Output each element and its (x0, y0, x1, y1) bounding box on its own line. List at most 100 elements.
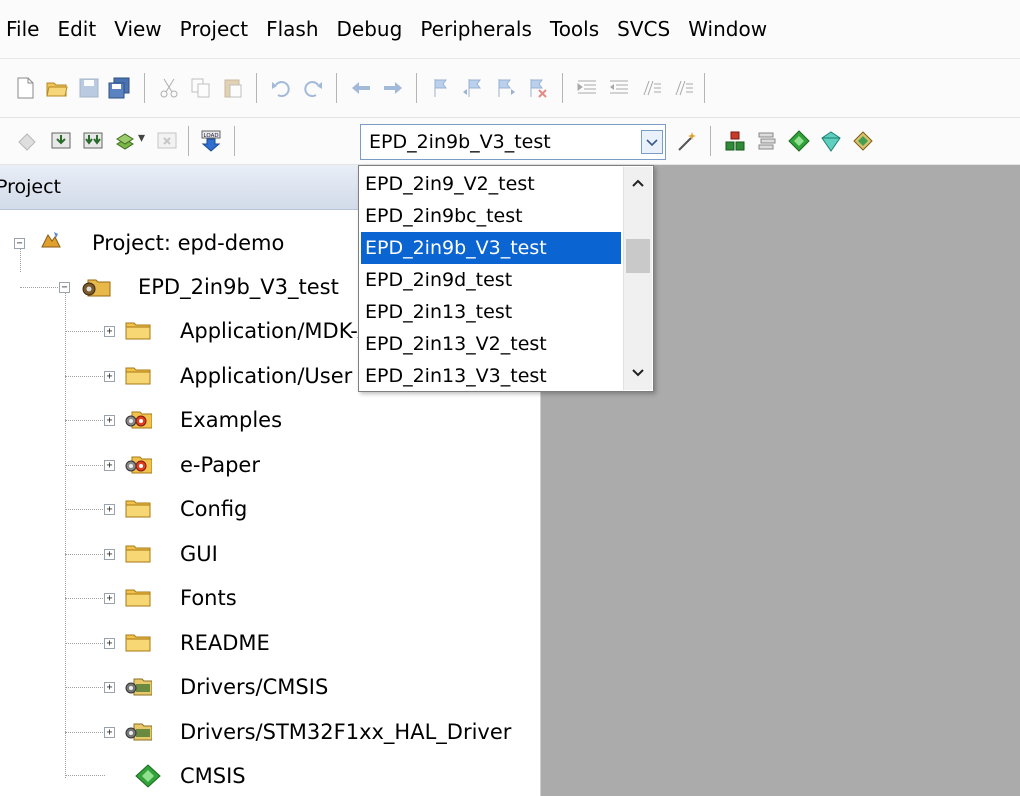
translate-icon[interactable] (16, 130, 38, 152)
folder-icon (125, 367, 151, 384)
new-file-icon[interactable] (14, 77, 36, 99)
expand-toggle[interactable]: + (104, 682, 115, 693)
menu-bar: File Edit View Project Flash Debug Perip… (0, 0, 1020, 59)
file-toolbar (0, 59, 1020, 118)
clear-bookmarks-icon[interactable] (526, 77, 548, 99)
copy-icon[interactable] (190, 77, 212, 99)
tree-group-node[interactable]: + Examples (0, 400, 540, 440)
target-dropdown-list: EPD_2in9_V2_test EPD_2in9bc_test EPD_2in… (358, 165, 654, 392)
target-dropdown-button[interactable] (641, 130, 663, 154)
build-icon[interactable] (50, 130, 72, 152)
tree-group-node[interactable]: + Fonts (0, 578, 540, 618)
menu-flash[interactable]: Flash (257, 0, 327, 58)
project-panel-title: Project (0, 176, 62, 198)
tree-group-node[interactable]: + Drivers/STM32F1xx_HAL_Driver (0, 712, 540, 752)
open-folder-icon[interactable] (46, 77, 68, 99)
bookmark-icon[interactable] (430, 77, 452, 99)
menu-view[interactable]: View (105, 0, 170, 58)
expand-toggle[interactable]: + (104, 326, 115, 337)
navigate-forward-icon[interactable] (382, 77, 404, 99)
folder-settings-icon (125, 411, 152, 429)
menu-debug[interactable]: Debug (328, 0, 412, 58)
tree-group-node[interactable]: + GUI (0, 534, 540, 574)
target-option[interactable]: EPD_2in9bc_test (361, 200, 621, 232)
folder-gear-icon (125, 678, 152, 696)
options-wand-icon[interactable] (676, 130, 698, 152)
redo-icon[interactable] (302, 77, 324, 99)
target-option[interactable]: EPD_2in13_test (361, 296, 621, 328)
tree-group-label: Drivers/STM32F1xx_HAL_Driver (180, 719, 512, 744)
tree-group-node[interactable]: + Config (0, 489, 540, 529)
target-select-value: EPD_2in9b_V3_test (369, 131, 551, 153)
tree-group-label: e-Paper (180, 452, 260, 477)
manage-rte-icon[interactable] (788, 130, 810, 152)
collapse-toggle[interactable]: − (59, 282, 70, 293)
expand-toggle[interactable]: + (104, 548, 115, 560)
batch-build-icon[interactable] (114, 130, 136, 152)
scroll-down-icon[interactable] (628, 363, 648, 383)
menu-svcs[interactable]: SVCS (608, 0, 679, 58)
pack-installer-icon[interactable] (820, 130, 842, 152)
stop-build-icon[interactable] (156, 130, 178, 152)
download-icon[interactable]: LOAD (200, 130, 222, 152)
target-select[interactable]: EPD_2in9b_V3_test (360, 124, 666, 160)
folder-settings-icon (125, 456, 152, 473)
menu-edit[interactable]: Edit (48, 0, 105, 58)
menu-tools[interactable]: Tools (541, 0, 608, 58)
paste-icon[interactable] (222, 77, 244, 99)
tree-group-node[interactable]: CMSIS (0, 756, 540, 796)
folder-icon (125, 500, 151, 518)
comment-icon[interactable] (640, 77, 662, 99)
expand-toggle[interactable]: + (104, 593, 115, 604)
menu-peripherals[interactable]: Peripherals (411, 0, 541, 58)
tree-group-label: Application/User (180, 363, 353, 388)
save-icon[interactable] (78, 77, 100, 99)
collapse-toggle[interactable]: − (14, 238, 25, 249)
target-option[interactable]: EPD_2in9d_test (361, 264, 621, 296)
tree-group-node[interactable]: + e-Paper (0, 445, 540, 485)
target-option[interactable]: EPD_2in13_V2_test (361, 328, 621, 360)
folder-icon (125, 634, 151, 651)
target-option-selected[interactable]: EPD_2in9b_V3_test (361, 232, 621, 264)
svg-text:LOAD: LOAD (204, 133, 219, 139)
target-folder-icon (82, 279, 111, 297)
chevron-down-icon (646, 139, 658, 147)
tree-group-label: CMSIS (180, 764, 246, 788)
menu-file[interactable]: File (0, 0, 48, 58)
next-bookmark-icon[interactable] (494, 77, 516, 99)
select-packs-icon[interactable] (756, 130, 778, 152)
tree-group-label: GUI (180, 541, 218, 566)
expand-toggle[interactable]: + (104, 415, 115, 426)
target-option[interactable]: EPD_2in9_V2_test (361, 168, 621, 200)
prev-bookmark-icon[interactable] (462, 77, 484, 99)
target-option[interactable]: EPD_2in13_V3_test (361, 360, 621, 392)
expand-toggle[interactable]: + (104, 504, 115, 515)
tree-group-label: Examples (180, 408, 283, 432)
tree-target-label: EPD_2in9b_V3_test (138, 275, 339, 299)
navigate-back-icon[interactable] (350, 77, 372, 99)
dropdown-scrollbar[interactable] (623, 167, 652, 390)
manage-project-items-icon[interactable] (724, 130, 746, 152)
expand-toggle[interactable]: + (104, 370, 115, 382)
tree-group-label: README (180, 630, 270, 655)
scroll-thumb[interactable] (626, 239, 650, 273)
rebuild-icon[interactable] (82, 130, 104, 152)
indent-icon[interactable] (576, 77, 598, 99)
menu-project[interactable]: Project (171, 0, 257, 58)
scroll-up-icon[interactable] (628, 173, 648, 193)
undo-icon[interactable] (270, 77, 292, 99)
green-diamond-icon (135, 764, 161, 788)
expand-toggle[interactable]: + (104, 637, 115, 649)
expand-toggle[interactable]: + (104, 459, 115, 471)
expand-toggle[interactable]: + (104, 726, 115, 738)
save-all-icon[interactable] (108, 77, 130, 99)
tree-group-node[interactable]: + Drivers/CMSIS (0, 667, 540, 707)
folder-icon (125, 322, 151, 340)
tree-group-label: Drivers/CMSIS (180, 675, 329, 699)
uncomment-icon[interactable] (672, 77, 694, 99)
software-packs-icon[interactable] (852, 130, 874, 152)
cut-icon[interactable] (158, 77, 180, 99)
tree-group-node[interactable]: + README (0, 623, 540, 663)
menu-window[interactable]: Window (679, 0, 776, 58)
unindent-icon[interactable] (608, 77, 630, 99)
